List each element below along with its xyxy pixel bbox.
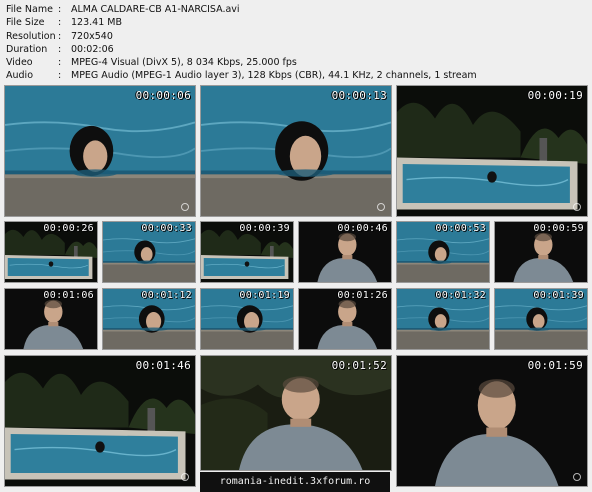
- thumbnail-timestamp: 00:01:06: [43, 290, 94, 301]
- file-size-separator: :: [58, 17, 62, 29]
- thumbnail-timestamp: 00:01:19: [239, 290, 290, 301]
- thumbnail-11[interactable]: 00:01:12: [102, 288, 196, 350]
- thumbnail-timestamp: 00:00:19: [527, 89, 583, 102]
- thumbnail-7[interactable]: 00:00:46: [298, 221, 392, 283]
- file-name-separator: :: [58, 4, 62, 15]
- resolution-row: Resolution : 720x540: [6, 30, 477, 43]
- audio-row: Audio : MPEG Audio (MPEG-1 Audio layer 3…: [6, 69, 477, 82]
- watermark-footer: romania-inedit.3xforum.ro: [200, 472, 390, 492]
- thumbnail-8[interactable]: 00:00:53: [396, 221, 490, 283]
- channel-logo-icon: [181, 473, 189, 481]
- thumbnail-10[interactable]: 00:01:06: [4, 288, 98, 350]
- file-size-value: 123.41 MB: [71, 17, 122, 29]
- thumbnail-2[interactable]: 00:00:13: [200, 85, 392, 217]
- thumbnail-image: [201, 86, 391, 216]
- thumbnail-timestamp: 00:01:39: [533, 290, 584, 301]
- thumbnail-timestamp: 00:00:33: [141, 223, 192, 234]
- file-size-row: File Size : 123.41 MB: [6, 16, 477, 29]
- resolution-label: Resolution: [6, 30, 56, 42]
- video-contact-sheet: File Name : ALMA CALDARE-CB A1-NARCISA.a…: [0, 0, 592, 492]
- thumbnail-image: [5, 86, 195, 216]
- thumbnail-18[interactable]: 00:01:59: [396, 355, 588, 487]
- audio-value: MPEG Audio (MPEG-1 Audio layer 3), 128 K…: [71, 70, 477, 82]
- thumbnail-17[interactable]: 00:01:52: [200, 355, 392, 471]
- channel-logo-icon: [181, 203, 189, 211]
- thumbnail-12[interactable]: 00:01:19: [200, 288, 294, 350]
- resolution-value: 720x540: [71, 30, 113, 42]
- thumbnail-timestamp: 00:01:46: [135, 359, 191, 372]
- thumbnail-15[interactable]: 00:01:39: [494, 288, 588, 350]
- thumbnail-image: [397, 356, 587, 486]
- channel-logo-icon: [377, 203, 385, 211]
- thumbnail-3[interactable]: 00:00:19: [396, 85, 588, 217]
- duration-value: 00:02:06: [71, 43, 114, 55]
- thumbnail-timestamp: 00:00:39: [239, 223, 290, 234]
- thumbnail-6[interactable]: 00:00:39: [200, 221, 294, 283]
- thumbnail-1[interactable]: 00:00:06: [4, 85, 196, 217]
- thumbnail-image: [5, 356, 195, 486]
- thumbnail-5[interactable]: 00:00:33: [102, 221, 196, 283]
- thumbnail-image: [201, 356, 391, 470]
- thumbnail-image: [397, 86, 587, 216]
- file-name-value: ALMA CALDARE-CB A1-NARCISA.avi: [71, 4, 240, 15]
- video-row: Video : MPEG-4 Visual (DivX 5), 8 034 Kb…: [6, 56, 477, 69]
- thumbnail-16[interactable]: 00:01:46: [4, 355, 196, 487]
- audio-separator: :: [58, 70, 62, 82]
- file-name-label: File Name: [6, 4, 53, 15]
- thumbnail-timestamp: 00:01:52: [331, 359, 387, 372]
- duration-row: Duration : 00:02:06: [6, 43, 477, 56]
- thumbnail-timestamp: 00:01:26: [337, 290, 388, 301]
- audio-label: Audio: [6, 70, 34, 82]
- thumbnail-timestamp: 00:01:12: [141, 290, 192, 301]
- thumbnail-13[interactable]: 00:01:26: [298, 288, 392, 350]
- channel-logo-icon: [573, 203, 581, 211]
- thumbnail-timestamp: 00:00:59: [533, 223, 584, 234]
- file-name-row: File Name : ALMA CALDARE-CB A1-NARCISA.a…: [6, 3, 477, 16]
- video-label: Video: [6, 57, 33, 69]
- thumbnail-timestamp: 00:00:26: [43, 223, 94, 234]
- video-separator: :: [58, 57, 62, 69]
- duration-label: Duration: [6, 43, 48, 55]
- file-size-label: File Size: [6, 17, 45, 29]
- duration-separator: :: [58, 43, 62, 55]
- channel-logo-icon: [573, 473, 581, 481]
- thumbnail-14[interactable]: 00:01:32: [396, 288, 490, 350]
- thumbnail-timestamp: 00:01:59: [527, 359, 583, 372]
- thumbnail-timestamp: 00:00:13: [331, 89, 387, 102]
- thumbnail-4[interactable]: 00:00:26: [4, 221, 98, 283]
- resolution-separator: :: [58, 30, 62, 42]
- file-info-panel: File Name : ALMA CALDARE-CB A1-NARCISA.a…: [6, 3, 477, 83]
- thumbnail-timestamp: 00:01:32: [435, 290, 486, 301]
- thumbnail-9[interactable]: 00:00:59: [494, 221, 588, 283]
- video-value: MPEG-4 Visual (DivX 5), 8 034 Kbps, 25.0…: [71, 57, 297, 69]
- thumbnail-timestamp: 00:00:46: [337, 223, 388, 234]
- thumbnail-timestamp: 00:00:06: [135, 89, 191, 102]
- thumbnail-timestamp: 00:00:53: [435, 223, 486, 234]
